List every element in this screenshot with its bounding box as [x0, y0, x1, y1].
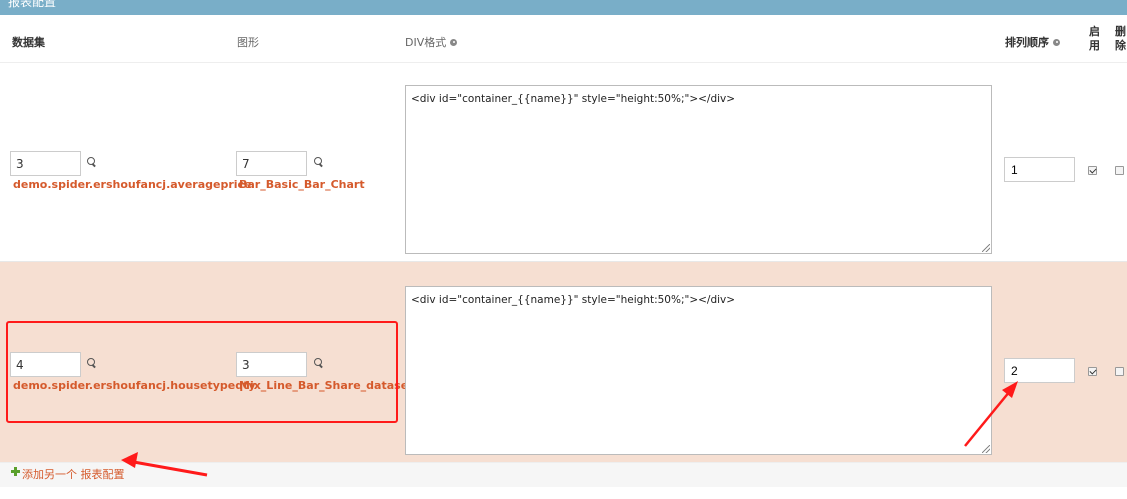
section-title: 报表配置: [8, 0, 57, 9]
resize-grip-icon[interactable]: [982, 244, 990, 252]
delete-checkbox[interactable]: [1115, 166, 1124, 175]
dataset-link[interactable]: demo.spider.ershoufancj.averageprice: [13, 178, 252, 191]
col-chart: 图形: [237, 36, 259, 49]
plus-icon[interactable]: [11, 467, 20, 476]
col-enabled-line1: 启: [1089, 25, 1100, 38]
col-enabled: 启 用: [1089, 25, 1101, 53]
help-icon[interactable]: [1053, 38, 1060, 46]
resize-grip-icon[interactable]: [982, 445, 990, 453]
col-delete: 删 除: [1115, 25, 1127, 53]
dataset-id-input[interactable]: [10, 151, 81, 176]
help-icon[interactable]: [450, 38, 458, 46]
col-sort-order: 排列顺序: [1005, 34, 1060, 50]
col-enabled-line2: 用: [1089, 39, 1100, 52]
enabled-checkbox[interactable]: [1088, 166, 1097, 175]
col-div-format-label: DIV格式: [405, 36, 447, 49]
div-format-text: <div id="container_{{name}}" style="heig…: [411, 93, 736, 105]
enabled-checkbox[interactable]: [1088, 367, 1097, 376]
annotation-highlight-box: [6, 321, 398, 423]
col-delete-line1: 删: [1115, 25, 1126, 38]
delete-checkbox[interactable]: [1115, 367, 1124, 376]
table-header: 数据集 图形 DIV格式 排列顺序 启 用 删 除: [0, 15, 1127, 63]
div-format-text: <div id="container_{{name}}" style="heig…: [411, 294, 736, 306]
chart-id-input[interactable]: [236, 151, 307, 176]
add-another-link[interactable]: 添加另一个 报表配置: [22, 466, 125, 482]
sort-order-input[interactable]: [1004, 358, 1075, 383]
col-delete-line2: 除: [1115, 39, 1126, 52]
sort-order-input[interactable]: [1004, 157, 1075, 182]
add-row-bar: [0, 462, 1127, 487]
col-div-format: DIV格式: [405, 34, 458, 50]
search-icon[interactable]: [87, 157, 97, 167]
section-title-bar: 报表配置: [0, 0, 1127, 15]
search-icon[interactable]: [314, 157, 324, 167]
div-format-textarea[interactable]: <div id="container_{{name}}" style="heig…: [405, 85, 992, 254]
div-format-textarea[interactable]: <div id="container_{{name}}" style="heig…: [405, 286, 992, 455]
chart-link[interactable]: Bar_Basic_Bar_Chart: [239, 178, 365, 191]
col-sort-order-label: 排列顺序: [1005, 36, 1049, 49]
col-dataset: 数据集: [12, 36, 45, 49]
